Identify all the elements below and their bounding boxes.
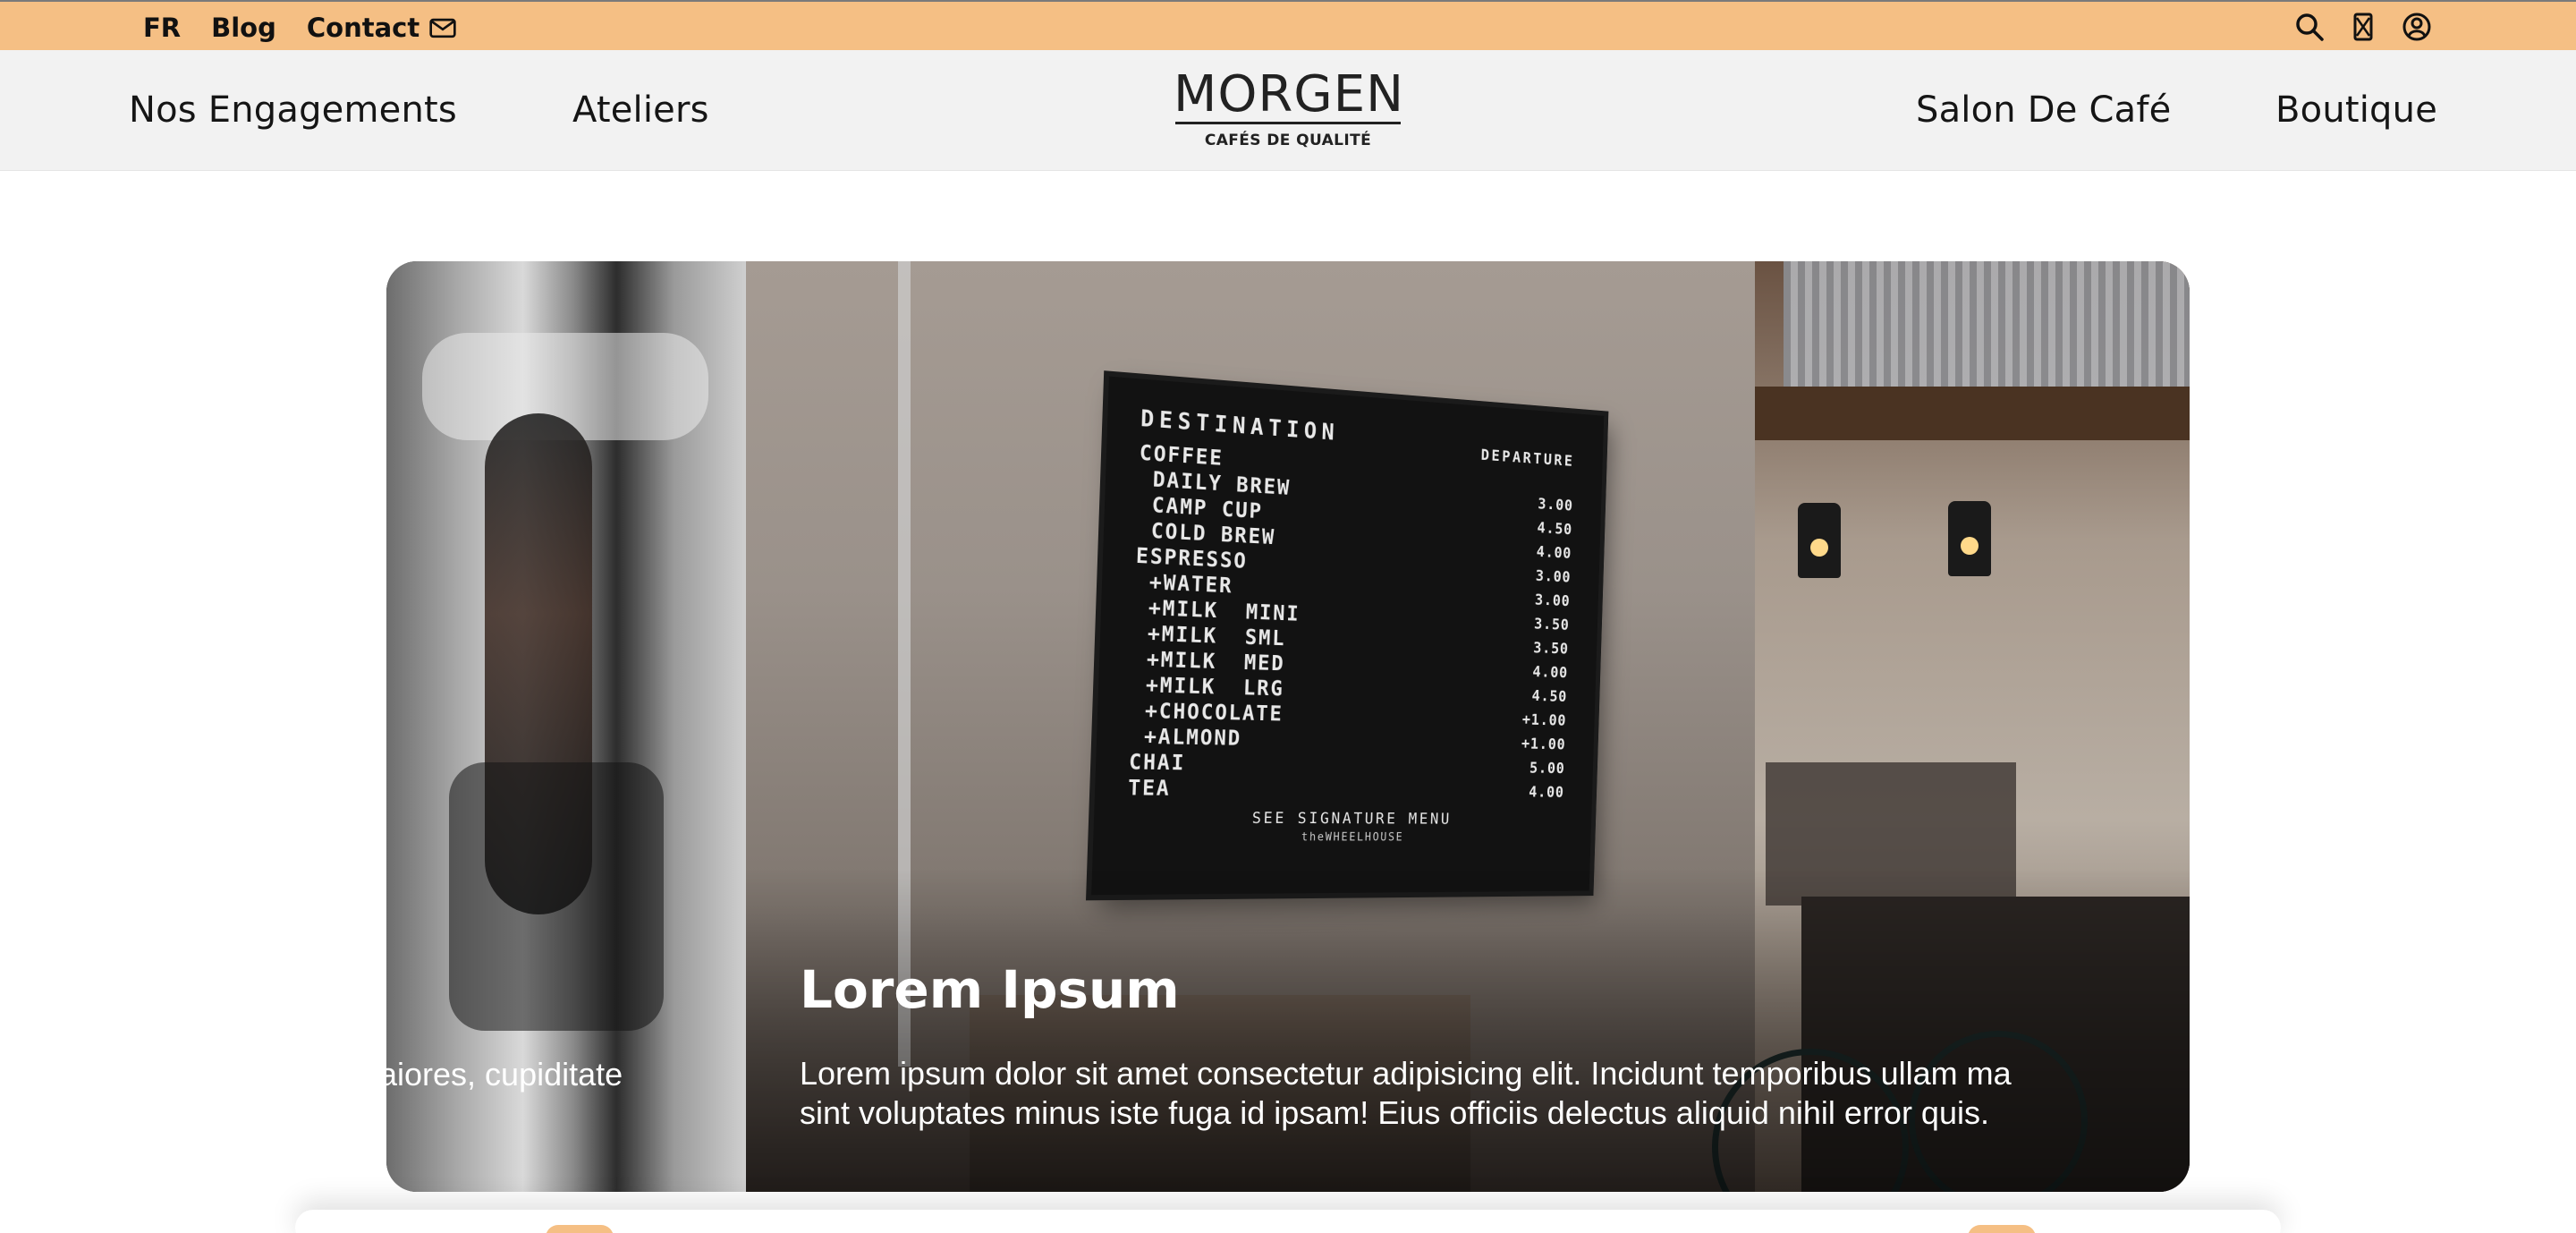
slide-image-detail [1784,261,2190,395]
menu-board-item: +MILK LRG [1131,672,1285,702]
menu-board-price: 3.00 [1538,495,1574,515]
blog-link[interactable]: Blog [211,13,276,43]
menu-board-price: 4.50 [1531,687,1568,706]
account-icon[interactable] [2401,11,2433,43]
menu-board-price: 3.00 [1535,566,1572,587]
menu-board-price: 4.00 [1532,663,1569,682]
menu-board-mark: theWHEELHOUSE [1301,830,1404,845]
utility-icons [2293,11,2433,43]
nav-item-ateliers[interactable]: Ateliers [572,89,709,131]
logo-tagline: CAFÉS DE QUALITÉ [1204,132,1372,149]
menu-board-price: +1.00 [1521,710,1567,730]
menu-board-price: 4.00 [1528,783,1565,802]
carousel-control-peek[interactable] [1968,1225,2036,1233]
carousel-control-peek[interactable] [546,1225,614,1233]
main-nav: Nos Engagements Ateliers MORGEN CAFÉS DE… [0,50,2576,171]
menu-board-price [1573,471,1574,495]
menu-board-price: 5.00 [1529,759,1565,778]
slide-description-line: Lorem ipsum dolor sit amet consectetur a… [800,1055,2012,1092]
search-icon[interactable] [2293,11,2326,43]
menu-board-price: 3.50 [1533,615,1570,634]
menu-board-rows: COFFEE DAILY BREW 3.00 CAMP CUP 4.50 COLD … [1128,440,1574,804]
carousel-slide-previous[interactable]: aiores, cupiditate [386,261,746,1192]
menu-board-item: +CHOCOLATE [1130,697,1284,727]
nav-item-salon[interactable]: Salon De Café [1916,89,2171,131]
slide-description: Lorem ipsum dolor sit amet consectetur a… [800,1054,2190,1133]
slide-image-detail [1948,501,1991,576]
hero-carousel[interactable]: aiores, cupiditate DESTINATION DEPARTURE… [386,261,2190,1192]
menu-board-price: 4.00 [1536,542,1572,563]
menu-board-price: 3.00 [1534,591,1571,610]
envelope-icon [429,18,456,38]
slide-image-detail [449,762,664,1031]
menu-board-item: TEA [1127,775,1172,801]
menu-board: DESTINATION DEPARTURE COFFEE DAILY BREW 3… [1091,376,1605,896]
menu-board-price: +1.00 [1521,735,1566,753]
menu-board-price: 4.50 [1537,519,1573,539]
contact-label: Contact [306,13,420,43]
carousel-slide-active[interactable]: DESTINATION DEPARTURE COFFEE DAILY BREW 3… [746,261,2190,1192]
brand-logo[interactable]: MORGEN CAFÉS DE QUALITÉ [1174,65,1404,150]
slide-image-detail [1798,503,1841,578]
nav-item-engagements[interactable]: Nos Engagements [129,89,457,131]
utility-bar: FR Blog Contact [0,0,2576,50]
previous-slide-caption: aiores, cupiditate [386,1056,623,1093]
menu-board-price: 3.50 [1533,639,1570,659]
nav-item-boutique[interactable]: Boutique [2275,89,2437,131]
menu-board-item: CHAI [1128,749,1186,776]
menu-board-row: TEA 4.00 [1128,775,1564,804]
menu-board-item: +WATER [1134,568,1233,599]
logo-wordmark: MORGEN [1174,65,1404,123]
caption-shade [746,870,2190,1192]
utility-links: FR Blog Contact [143,13,457,43]
contact-link[interactable]: Contact [307,13,457,43]
coffee-bag-icon[interactable] [2347,11,2379,43]
menu-board-footer: SEE SIGNATURE MENU [1251,809,1453,829]
language-switch[interactable]: FR [143,13,181,43]
menu-board-item: +ALMOND [1129,723,1242,751]
slide-description-line: sint voluptates minus iste fuga id ipsam… [800,1094,1989,1131]
slide-image-detail [1755,387,2190,440]
slide-title: Lorem Ipsum [800,959,1180,1020]
